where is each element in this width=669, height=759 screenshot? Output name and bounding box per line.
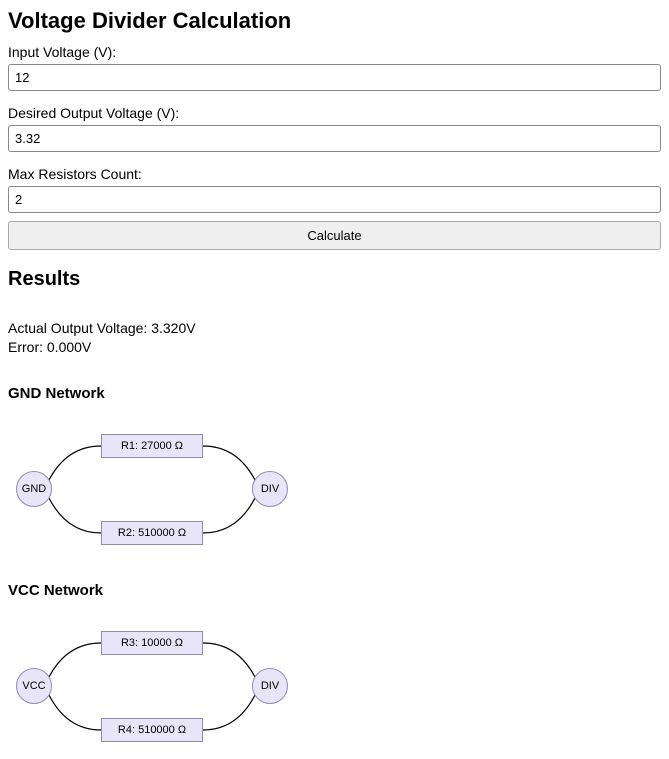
results-heading: Results	[8, 268, 661, 291]
vcc-network-heading: VCC Network	[8, 582, 661, 599]
output-voltage-field[interactable]	[8, 125, 661, 152]
error-value: 0.000V	[47, 339, 91, 355]
actual-voltage-value: 3.320V	[151, 320, 195, 336]
gnd-resistor-1: R1: 27000 Ω	[101, 434, 203, 458]
gnd-node: GND	[16, 471, 52, 507]
input-voltage-label: Input Voltage (V):	[8, 44, 661, 60]
error-label: Error:	[8, 339, 47, 355]
output-voltage-label: Desired Output Voltage (V):	[8, 105, 661, 121]
gnd-network-diagram: GND R1: 27000 Ω R2: 510000 Ω DIV	[8, 424, 298, 554]
vcc-node: VCC	[16, 668, 52, 704]
error-line: Error: 0.000V	[8, 338, 661, 357]
vcc-resistor-1: R3: 10000 Ω	[101, 631, 203, 655]
actual-voltage-label: Actual Output Voltage:	[8, 320, 151, 336]
gnd-div-node: DIV	[252, 471, 288, 507]
vcc-resistor-2: R4: 510000 Ω	[101, 718, 203, 742]
actual-voltage-line: Actual Output Voltage: 3.320V	[8, 319, 661, 338]
input-voltage-field[interactable]	[8, 64, 661, 91]
page-title: Voltage Divider Calculation	[8, 8, 661, 34]
gnd-network-heading: GND Network	[8, 385, 661, 402]
gnd-resistor-2: R2: 510000 Ω	[101, 521, 203, 545]
vcc-div-node: DIV	[252, 668, 288, 704]
vcc-network-diagram: VCC R3: 10000 Ω R4: 510000 Ω DIV	[8, 621, 298, 751]
max-resistors-label: Max Resistors Count:	[8, 166, 661, 182]
max-resistors-field[interactable]	[8, 186, 661, 213]
calculate-button[interactable]: Calculate	[8, 221, 661, 250]
results-block: Actual Output Voltage: 3.320V Error: 0.0…	[8, 319, 661, 357]
